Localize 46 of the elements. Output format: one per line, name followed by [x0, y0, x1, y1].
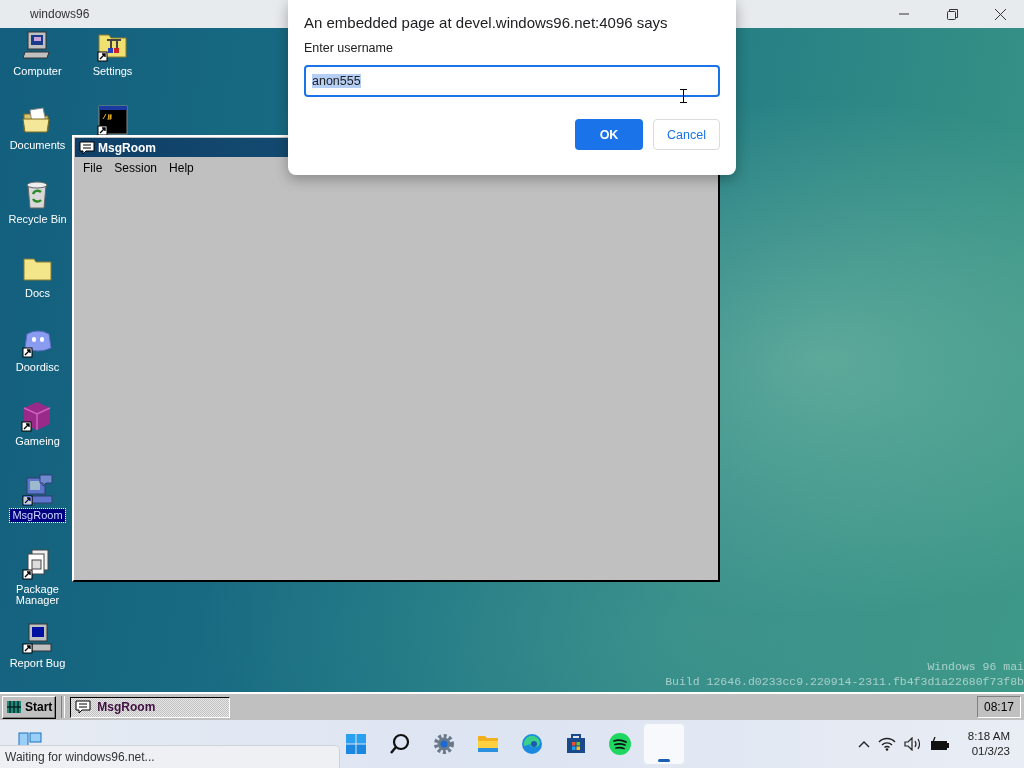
ok-button[interactable]: OK	[575, 119, 643, 150]
icon-label[interactable]: Report Bug	[7, 657, 68, 670]
icon-label[interactable]: MsgRoom	[10, 509, 65, 522]
start-icon	[6, 700, 22, 714]
tray-date[interactable]: 01/3/23	[971, 744, 1010, 759]
search-icon	[388, 732, 412, 756]
chevron-up-icon[interactable]	[857, 740, 870, 748]
start-button[interactable]: Start	[2, 695, 57, 719]
wifi-icon[interactable]	[877, 737, 896, 751]
computer-chat-icon[interactable]	[21, 474, 54, 506]
text-cursor-icon	[680, 89, 687, 103]
swirl-icon	[520, 732, 544, 756]
clock: 08:17	[977, 696, 1021, 718]
start-icon	[344, 732, 368, 756]
menu-item[interactable]: File	[77, 160, 109, 176]
taskbar-button[interactable]: MsgRoom	[70, 696, 231, 718]
speaker-icon[interactable]	[903, 737, 922, 751]
window-title: windows96	[30, 7, 91, 21]
gear-icon	[432, 732, 456, 756]
dialog-heading: An embedded page at devel.windows96.net:4096 says	[304, 14, 669, 31]
menu-item[interactable]: Help	[163, 160, 200, 176]
menu-item[interactable]: Session	[108, 160, 164, 176]
close-icon	[994, 8, 1006, 20]
restore-icon	[946, 8, 958, 20]
terminal-icon[interactable]	[96, 104, 129, 136]
battery-icon[interactable]	[929, 737, 950, 751]
build-text: Build 12646.d0233cc9.220914-2311.fb4f3d1a22680f73f8b	[665, 674, 1024, 689]
icon-label[interactable]: Documents	[7, 139, 68, 152]
icon-label[interactable]: Gameing	[13, 435, 62, 448]
status-tooltip: Waiting for windows96.net...	[0, 745, 340, 768]
cancel-button[interactable]: Cancel	[653, 119, 720, 150]
bag-icon	[564, 732, 588, 756]
chat-icon	[75, 700, 92, 714]
tray-time[interactable]: 8:18 AM	[967, 729, 1010, 744]
computer-icon[interactable]	[21, 622, 54, 654]
icon-label[interactable]: Docs	[22, 287, 53, 300]
icon-label[interactable]: Computer	[11, 65, 64, 78]
icon-label[interactable]: Settings	[90, 65, 135, 78]
circle-stripes-icon	[608, 732, 632, 756]
icon-label[interactable]: Package Manager	[0, 583, 75, 607]
chat-icon	[79, 140, 95, 155]
icon-label[interactable]: Recycle Bin	[6, 213, 69, 226]
field-label: Enter username	[304, 41, 394, 55]
window-title: MsgRoom	[98, 140, 156, 155]
build-text: Windows 96 mai	[927, 659, 1024, 674]
icon-label[interactable]: Doordisc	[13, 361, 62, 374]
